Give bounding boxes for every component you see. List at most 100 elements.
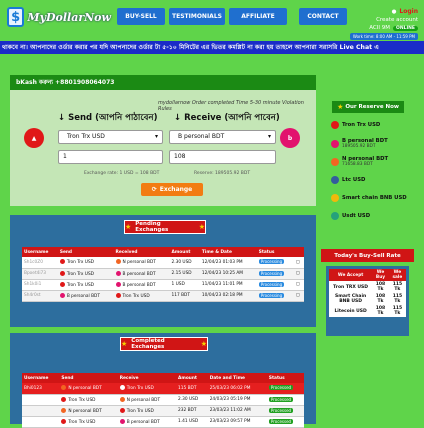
col-header: Send [59,373,118,383]
logo[interactable]: $ MyDollarNow [7,6,111,28]
username: Bpoet4i73 [22,268,58,280]
rate-buy: 108 Tk [372,281,389,293]
reserve-name: Smart chain BNB USD [342,195,407,201]
nagad-icon [119,396,125,402]
col-header: Send [57,247,114,257]
exchange-rate: Exchange rate: 1 USD = 108 BDT [84,171,160,176]
username [22,405,60,417]
username: Sh1k0i1 [22,279,58,291]
table-row: Tron TRX USD 108 Tk 115 Tk [329,281,406,293]
reserve-name: Tron Trx USD [342,122,381,128]
time: 12/04/23 01:03 PM [199,257,257,269]
status: Processed [266,405,304,417]
col-header: Received [113,247,170,257]
table-row: Tron Trx USD N personal BDT 2.30 USD 24/… [22,394,304,406]
status: Processed [266,383,304,395]
flag-icon: ▢ [293,279,304,291]
amount: 232 BDT [176,405,208,417]
send-cell: Tron Trx USD [59,416,118,428]
create-account-link[interactable]: Create account [328,17,418,23]
send-cell: Tron Trx USD [57,279,114,291]
send-cell: N personal BDT [59,405,118,417]
table-row: Smart Chain BNB USD 108 Tk 115 Tk [329,293,406,305]
rate-sale: 115 Tk [388,293,406,305]
arrow-down-icon: ↓ [174,113,182,123]
account-area: ● Login Create account ACII 9M ONLINE Wo… [328,6,418,40]
tron-icon [115,292,121,298]
tether-icon [331,212,339,220]
bkash-icon [59,292,65,298]
table-row: Sh1c0Z0 Tron Trx USD N personal BDT 2.30… [22,257,304,269]
pending-table: Username Send Received Amount Time & Dat… [22,247,304,302]
status: Processing [256,279,294,291]
nagad-icon [115,259,121,265]
status: Processing [256,268,294,280]
online-badge: ONLINE [393,25,418,31]
user-icon: ● [391,8,397,15]
exchange-button[interactable]: ⟳ Exchange [141,183,203,196]
amount: 1 USD [169,279,200,291]
send-label: ↓ Send (আপনি পাঠাবেন) [58,113,158,123]
reserve-item: Ltc USD [331,176,365,184]
rate-table: We Accept We Buy We sale Tron TRX USD 10… [329,269,406,317]
star-icon: ★ [200,340,207,348]
receive-currency-select[interactable]: B personal BDT ▾ [169,130,276,144]
col-header: Status [266,373,304,383]
bkash-icon [115,270,121,276]
table-row: Tron Trx USD B personal BDT 1.41 USD 23/… [22,416,304,428]
table-row: Bhi0123 N personal BDT Tron Trx USD 115 … [22,383,304,395]
send-currency-select[interactable]: Tron Trx USD ▾ [58,130,163,144]
nav-affiliate[interactable]: AFFILIATE [229,8,287,25]
status: Processed [266,416,304,428]
send-cell: Tron Trx USD [57,268,114,280]
col-header: Receive [117,373,177,383]
col-header: Username [22,373,60,383]
col-header: Amount [176,373,208,383]
nav-testimonials[interactable]: TESTIMONIALS [169,8,225,25]
reserve-item: Smart chain BNB USD [331,194,407,202]
recv-cell: N personal BDT [117,394,177,406]
col-header: We Accept [329,269,373,281]
chevron-down-icon: ▾ [154,133,158,140]
send-cell: Tron Trx USD [57,257,114,269]
username [22,394,60,406]
tron-icon: ▲ [24,128,44,148]
recv-cell: Tron Trx USD [117,383,177,395]
reserve-name: Ltc USD [342,177,366,183]
rate-name: Smart Chain BNB USD [329,293,373,305]
tron-icon [61,418,67,424]
flag-icon: ▢ [293,268,304,280]
arrow-down-icon: ↓ [58,113,66,123]
login-link[interactable]: Login [399,8,418,15]
star-icon: ★ [198,223,205,231]
bkash-bar: bKash করুন্য +8801908064073 [10,75,316,90]
amount: 2.30 USD [176,394,208,406]
nav-buy-sell[interactable]: BUY-SELL [117,8,165,25]
reserve-item: N personal BDT 71658.83 BDT [331,156,388,167]
rate-buy: 108 Tk [372,305,389,317]
send-cell: Tron Trx USD [59,394,118,406]
time: 10/04/23 02:18 PM [199,290,257,302]
tron-icon [119,385,125,391]
recv-cell: B personal BDT [113,268,170,280]
rate-title: Today's Buy-Sell Rate [321,249,414,262]
amount: 117 BDT [169,290,200,302]
star-icon: ★ [337,103,344,111]
time: 25/03/23 06:02 PM [207,383,267,395]
completed-table: Username Send Receive Amount Date and Ti… [22,373,304,428]
status: Processing [256,290,294,302]
col-header: Username [22,247,58,257]
reserve-item: Tron Trx USD [331,121,380,129]
rate-body: We Accept We Buy We sale Tron TRX USD 10… [326,266,409,336]
status: Processing [256,257,294,269]
send-amount-input[interactable]: 1 [58,150,163,164]
logo-text: MyDollarNow [27,10,111,24]
bnb-icon [331,194,339,202]
col-header: We Buy [372,269,389,281]
amount: 2.30 USD [169,257,200,269]
tron-icon [59,270,65,276]
recv-cell: Tron Trx USD [117,405,177,417]
table-row: Sh4r0st B personal BDT Tron Trx USD 117 … [22,290,304,302]
receive-amount-input[interactable]: 108 [169,150,276,164]
table-row: N personal BDT Tron Trx USD 232 BDT 23/0… [22,405,304,417]
